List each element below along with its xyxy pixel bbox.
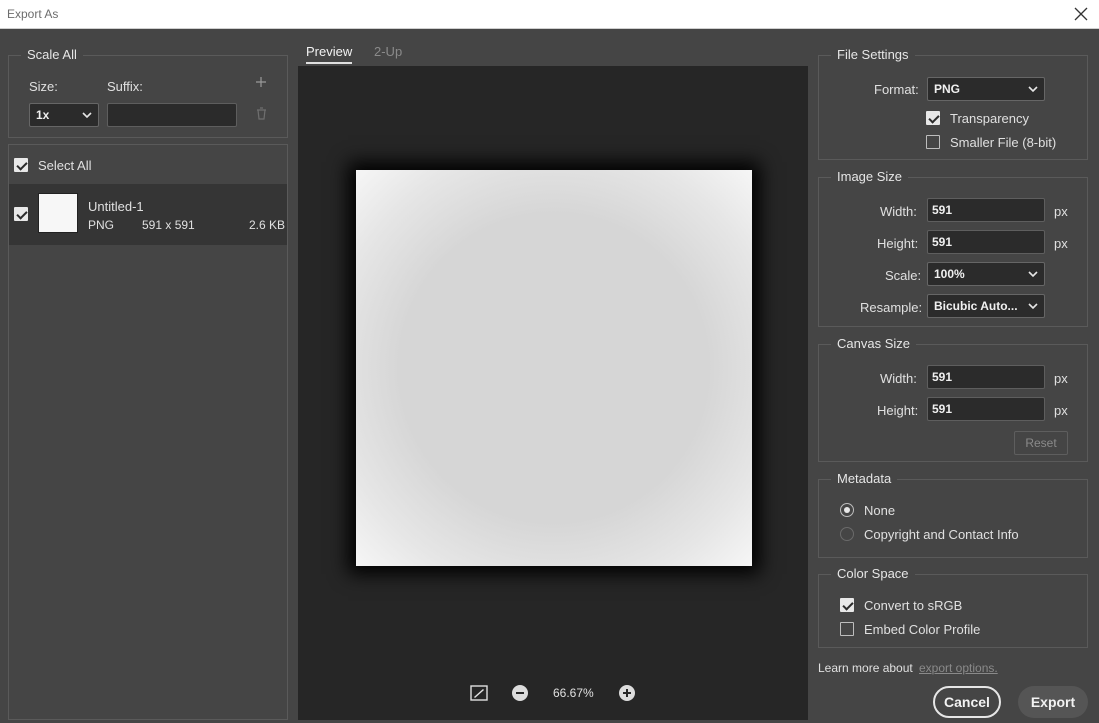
tab-preview[interactable]: Preview [306,44,353,64]
learn-more-text: Learn more about [818,661,913,675]
canvas-height-label: Height: [877,403,919,418]
smaller-file-checkbox[interactable] [926,135,940,149]
transparency-label: Transparency [950,111,1029,126]
chevron-down-icon [81,109,93,124]
canvas-size-legend: Canvas Size [831,336,916,351]
canvas-width-unit: px [1054,371,1068,386]
toggle-background-icon[interactable] [470,685,488,704]
zoom-out-icon[interactable] [512,685,528,704]
image-height-input[interactable]: 591 [927,230,1045,254]
embed-profile-checkbox[interactable] [840,622,854,636]
canvas-width-input[interactable]: 591 [927,365,1045,389]
image-width-label: Width: [880,204,917,219]
zoom-bar: 66.67% [298,680,808,710]
file-settings-group: File Settings Format: PNG Transparency S… [818,47,1088,160]
image-size-group: Image Size Width: 591 px Height: 591 px … [818,169,1088,327]
smaller-file-label: Smaller File (8-bit) [950,135,1057,150]
canvas-width-label: Width: [880,371,917,386]
scale-select[interactable]: 100% [927,262,1045,286]
canvas-height-input[interactable]: 591 [927,397,1045,421]
file-list: Select All Untitled-1 PNG 591 x 591 2.6 … [8,144,288,720]
select-all-label: Select All [38,158,92,173]
export-options-link[interactable]: export options. [919,661,998,675]
suffix-label: Suffix: [107,79,143,94]
cancel-button[interactable]: Cancel [933,686,1001,718]
chevron-down-icon [1027,268,1039,283]
chevron-down-icon [1027,83,1039,98]
size-select[interactable]: 1x [29,103,99,127]
title-bar: Export As [0,0,1099,29]
metadata-copyright-radio[interactable] [840,527,854,541]
add-icon[interactable] [255,76,267,91]
reset-button[interactable]: Reset [1014,431,1068,455]
preview-area: Preview 2-Up 66.67% [298,40,808,720]
select-all-checkbox[interactable] [14,158,28,172]
scale-all-group: Scale All Size: Suffix: 1x [8,47,288,138]
zoom-in-icon[interactable] [619,685,635,704]
color-space-group: Color Space Convert to sRGB Embed Color … [818,566,1088,648]
zoom-level: 66.67% [553,686,594,700]
resample-label: Resample: [860,300,923,315]
resample-value: Bicubic Auto... [934,299,1018,313]
canvas-size-group: Canvas Size Width: 591 px Height: 591 px… [818,336,1088,462]
metadata-none-radio[interactable] [840,503,854,517]
suffix-input[interactable] [107,103,237,127]
image-width-unit: px [1054,204,1068,219]
right-panel: File Settings Format: PNG Transparency S… [818,40,1090,720]
format-select[interactable]: PNG [927,77,1045,101]
image-size-legend: Image Size [831,169,909,184]
format-label: Format: [874,82,919,97]
image-height-unit: px [1054,236,1068,251]
format-value: PNG [934,82,961,96]
item-checkbox[interactable] [14,207,28,221]
metadata-copyright-label: Copyright and Contact Info [864,527,1019,542]
size-label: Size: [29,79,58,94]
trash-icon[interactable] [256,107,267,123]
item-name: Untitled-1 [88,199,144,214]
size-value: 1x [36,108,50,122]
chevron-down-icon [1027,300,1039,315]
file-settings-legend: File Settings [831,47,915,62]
metadata-legend: Metadata [831,471,898,486]
item-thumbnail [38,193,78,233]
tab-2-up[interactable]: 2-Up [374,44,402,59]
color-space-legend: Color Space [831,566,915,581]
transparency-checkbox[interactable] [926,111,940,125]
scale-value: 100% [934,267,965,281]
item-size: 2.6 KB [249,218,286,232]
image-height-label: Height: [877,236,919,251]
embed-profile-label: Embed Color Profile [864,622,981,637]
image-width-input[interactable]: 591 [927,198,1045,222]
convert-srgb-checkbox[interactable] [840,598,854,612]
canvas-height-unit: px [1054,403,1068,418]
convert-srgb-label: Convert to sRGB [864,598,963,613]
item-dimensions: 591 x 591 [142,218,195,232]
window-title: Export As [7,7,59,21]
export-button[interactable]: Export [1018,686,1088,718]
preview-canvas[interactable]: 66.67% [298,66,808,720]
left-panel: Scale All Size: Suffix: 1x Select All Un… [8,40,288,720]
item-format: PNG [88,218,115,232]
metadata-group: Metadata None Copyright and Contact Info [818,471,1088,558]
resample-select[interactable]: Bicubic Auto... [927,294,1045,318]
artboard-preview [356,170,752,566]
scale-label: Scale: [885,268,922,283]
list-item[interactable]: Untitled-1 PNG 591 x 591 2.6 KB [9,184,287,245]
close-icon[interactable] [1071,4,1091,24]
metadata-none-label: None [864,503,896,518]
scale-all-legend: Scale All [21,47,83,62]
